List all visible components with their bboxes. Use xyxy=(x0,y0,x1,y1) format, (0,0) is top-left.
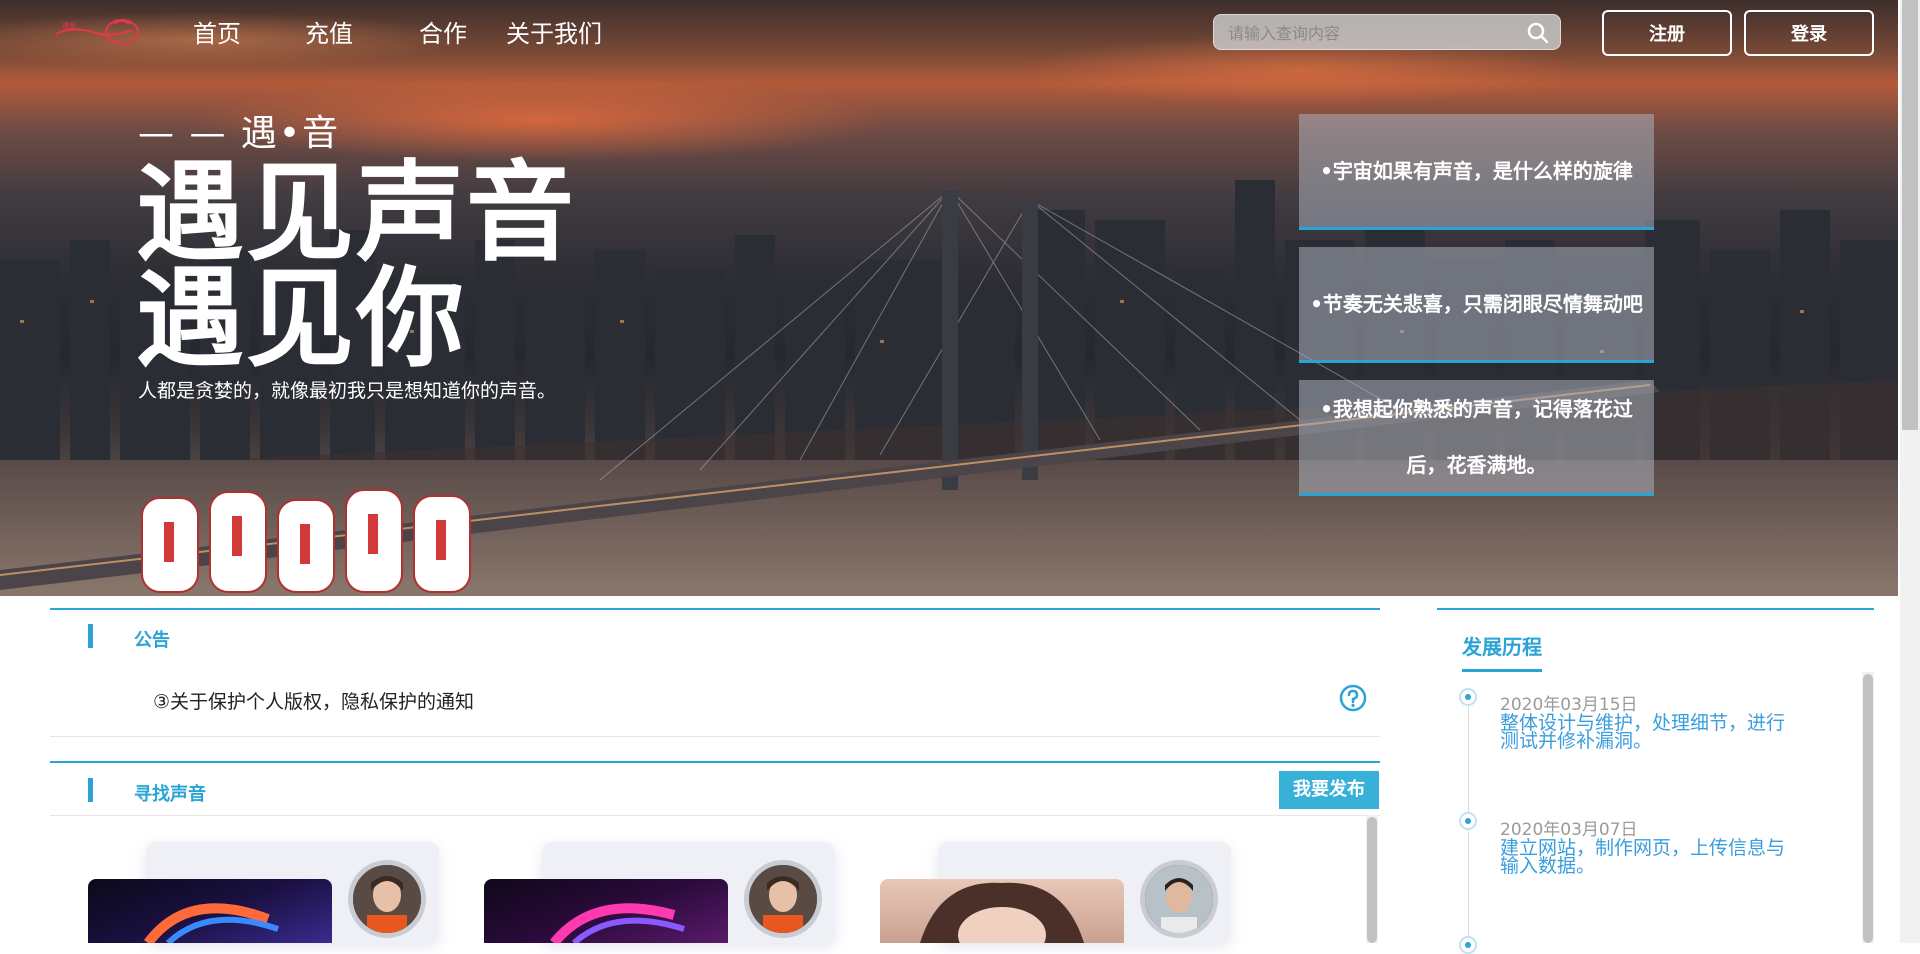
top-navbar: 遇音 首页 充值 合作 关于我们 注册 登录 xyxy=(0,0,1898,64)
timeline-dot xyxy=(1459,936,1477,954)
timeline-desc: 整体设计与维护，处理细节，进行测试并修补漏洞。 xyxy=(1500,712,1786,752)
notice-bar xyxy=(88,624,93,648)
timeline-desc: 建立网站，制作网页，上传信息与输入数据。 xyxy=(1500,837,1786,877)
search-input[interactable] xyxy=(1226,15,1520,51)
notice-link[interactable]: ③关于保护个人版权，隐私保护的通知 xyxy=(153,687,474,714)
notice-title: 公告 xyxy=(134,630,170,651)
find-voice-title: 寻找声音 xyxy=(134,784,206,805)
timeline-top-line xyxy=(1437,608,1874,610)
nav-home[interactable]: 首页 xyxy=(193,14,241,49)
timeline-scrollbar-thumb[interactable] xyxy=(1863,674,1873,943)
avatar[interactable] xyxy=(744,860,822,938)
search-icon[interactable] xyxy=(1526,21,1550,45)
find-voice-divider xyxy=(50,815,1380,816)
notice-top-line xyxy=(50,608,1380,610)
nav-about-us[interactable]: 关于我们 xyxy=(506,14,602,49)
register-button[interactable]: 注册 xyxy=(1602,10,1732,56)
svg-text:遇音: 遇音 xyxy=(62,21,76,30)
quote-text: •宇宙如果有声音，是什么样的旋律 xyxy=(1320,158,1633,183)
login-button[interactable]: 登录 xyxy=(1744,10,1874,56)
publish-button[interactable]: 我要发布 xyxy=(1279,771,1379,809)
quote-card-2: •节奏无关悲喜，只需闭眼尽情舞动吧 xyxy=(1299,247,1654,363)
search-box xyxy=(1213,14,1561,51)
hero-title-line2: 遇见你 xyxy=(136,257,467,382)
nav-cooperation[interactable]: 合作 xyxy=(419,14,467,49)
find-voice-bar xyxy=(88,778,93,802)
timeline-dot xyxy=(1459,812,1477,830)
timeline-dot xyxy=(1459,688,1477,706)
quote-card-1: •宇宙如果有声音，是什么样的旋律 xyxy=(1299,114,1654,230)
voice-card-3-image[interactable] xyxy=(880,879,1124,943)
avatar[interactable] xyxy=(348,860,426,938)
mascot-figures-image xyxy=(141,489,471,593)
timeline-title: 发展历程 xyxy=(1462,635,1542,659)
quote-card-3: •我想起你熟悉的声音，记得落花过后，花香满地。 xyxy=(1299,380,1654,496)
hero-subtitle: 人都是贪婪的，就像最初我只是想知道你的声音。 xyxy=(138,380,557,402)
voice-card-2-image[interactable] xyxy=(484,879,728,943)
avatar[interactable] xyxy=(1140,860,1218,938)
hero-title-line1: 遇见声音 xyxy=(136,151,577,276)
voice-card-1-image[interactable] xyxy=(88,879,332,943)
nav-recharge[interactable]: 充值 xyxy=(305,14,353,49)
find-voice-top-line xyxy=(50,761,1380,763)
quote-text: •节奏无关悲喜，只需闭眼尽情舞动吧 xyxy=(1310,291,1643,316)
hero-kicker: — — 遇•音 xyxy=(138,113,341,154)
cards-scrollbar-thumb[interactable] xyxy=(1367,817,1377,943)
timeline-title-underline xyxy=(1462,669,1542,672)
notice-divider xyxy=(50,736,1380,737)
quote-text: •我想起你熟悉的声音，记得落花过后，花香满地。 xyxy=(1320,396,1633,477)
help-icon[interactable] xyxy=(1339,684,1367,712)
page-scrollbar-thumb[interactable] xyxy=(1902,0,1918,430)
brand-logo-icon[interactable]: 遇音 xyxy=(52,14,146,50)
